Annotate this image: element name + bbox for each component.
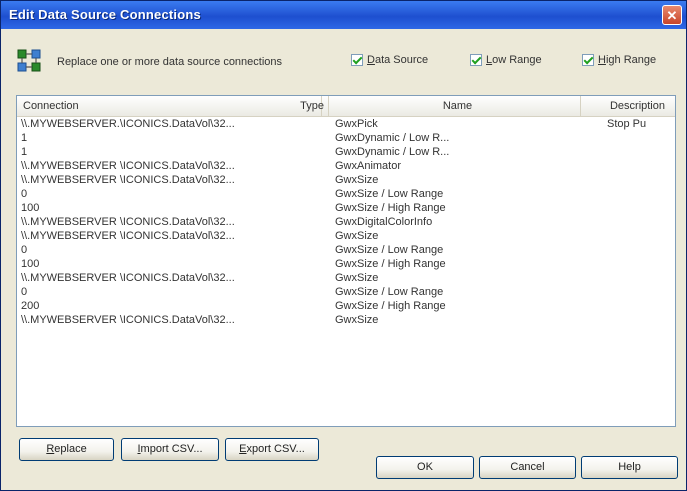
checkbox-label: Low Range [486, 54, 542, 66]
table-row[interactable]: \\.MYWEBSERVER \ICONICS.DataVol\32... Gwx… [17, 271, 675, 285]
name-cell: GwxSize / Low Range [335, 286, 444, 298]
name-cell: GwxDynamic / Low R... [335, 132, 450, 144]
description-cell: Stop Pu [607, 118, 647, 130]
name-cell: GwxPick [335, 118, 378, 130]
connection-cell: 0 [21, 244, 28, 256]
connection-cell: \\.MYWEBSERVER.\ICONICS.DataVol\32... [21, 118, 235, 130]
column-header-description[interactable]: Description [581, 96, 675, 116]
replace-description: Replace one or more data source connecti… [57, 56, 283, 68]
connection-cell: 200 [21, 300, 40, 312]
replace-button[interactable]: Replace [19, 438, 114, 461]
checkbox-label: High Range [598, 54, 657, 66]
table-row[interactable]: 1 GwxDynamic / Low R... [17, 145, 675, 159]
table-row[interactable]: \\.MYWEBSERVER \ICONICS.DataVol\32... Gwx… [17, 215, 675, 229]
connection-cell: \\.MYWEBSERVER \ICONICS.DataVol\32... [21, 174, 235, 186]
import-csv-button[interactable]: Import CSV... [121, 438, 219, 461]
data-source-icon [17, 49, 41, 72]
high-range-checkbox[interactable]: High Range [582, 54, 656, 66]
column-header-name[interactable]: Name [329, 96, 581, 116]
name-cell: GwxSize / Low Range [335, 244, 444, 256]
connection-cell: \\.MYWEBSERVER \ICONICS.DataVol\32... [21, 216, 235, 228]
name-cell: GwxDigitalColorInfo [335, 216, 433, 228]
data-source-checkbox[interactable]: Data Source [351, 54, 428, 66]
connections-list[interactable]: Connection Type Name Description \\.MYWE… [16, 95, 676, 427]
connection-cell: \\.MYWEBSERVER \ICONICS.DataVol\32... [21, 160, 235, 172]
checkbox-box[interactable] [351, 54, 363, 66]
connection-cell: \\.MYWEBSERVER \ICONICS.DataVol\32... [21, 230, 235, 242]
table-row[interactable]: 0 GwxSize / Low Range [17, 243, 675, 257]
table-row[interactable]: \\.MYWEBSERVER \ICONICS.DataVol\32... Gwx… [17, 173, 675, 187]
name-cell: GwxSize / High Range [335, 202, 446, 214]
table-row[interactable]: \\.MYWEBSERVER \ICONICS.DataVol\32... Gwx… [17, 313, 675, 327]
table-row[interactable]: \\.MYWEBSERVER.\ICONICS.DataVol\32... Gwx… [17, 117, 675, 131]
name-cell: GwxSize [335, 272, 379, 284]
export-csv-button[interactable]: Export CSV... [225, 438, 319, 461]
title-bar[interactable]: Edit Data Source Connections ✕ [1, 1, 686, 29]
connection-cell: 0 [21, 286, 28, 298]
name-cell: GwxDynamic / Low R... [335, 146, 450, 158]
connection-cell: 100 [21, 202, 40, 214]
help-button[interactable]: Help [581, 456, 678, 479]
name-cell: GwxSize [335, 230, 379, 242]
connection-cell: \\.MYWEBSERVER \ICONICS.DataVol\32... [21, 314, 235, 326]
table-row[interactable]: 1 GwxDynamic / Low R... [17, 131, 675, 145]
list-header: Connection Type Name Description [17, 96, 675, 117]
name-cell: GwxSize [335, 174, 379, 186]
connection-cell: 1 [21, 146, 28, 158]
ok-button[interactable]: OK [376, 456, 474, 479]
column-header-type[interactable]: Type [279, 96, 329, 116]
name-cell: GwxSize [335, 314, 379, 326]
table-row[interactable]: 100 GwxSize / High Range [17, 257, 675, 271]
table-row[interactable]: \\.MYWEBSERVER \ICONICS.DataVol\32... Gwx… [17, 159, 675, 173]
table-row[interactable]: 100 GwxSize / High Range [17, 201, 675, 215]
table-row[interactable]: \\.MYWEBSERVER \ICONICS.DataVol\32... Gwx… [17, 229, 675, 243]
checkbox-box[interactable] [582, 54, 594, 66]
name-cell: GwxSize / High Range [335, 258, 446, 270]
name-cell: GwxAnimator [335, 160, 402, 172]
window-title: Edit Data Source Connections [9, 7, 201, 22]
cancel-button[interactable]: Cancel [479, 456, 576, 479]
options-bar: Replace one or more data source connecti… [15, 49, 675, 75]
close-button[interactable]: ✕ [662, 5, 682, 25]
checkbox-label: Data Source [367, 54, 429, 66]
table-row[interactable]: 0 GwxSize / Low Range [17, 285, 675, 299]
table-row[interactable]: 0 GwxSize / Low Range [17, 187, 675, 201]
connection-cell: 100 [21, 258, 40, 270]
table-row[interactable]: 200 GwxSize / High Range [17, 299, 675, 313]
dialog-window: Edit Data Source Connections ✕ Replace o… [0, 0, 687, 491]
column-header-connection[interactable]: Connection [17, 96, 322, 116]
connection-cell: 1 [21, 132, 28, 144]
name-cell: GwxSize / High Range [335, 300, 446, 312]
low-range-checkbox[interactable]: Low Range [470, 54, 542, 66]
checkbox-box[interactable] [470, 54, 482, 66]
connection-cell: 0 [21, 188, 28, 200]
name-cell: GwxSize / Low Range [335, 188, 444, 200]
connection-cell: \\.MYWEBSERVER \ICONICS.DataVol\32... [21, 272, 235, 284]
